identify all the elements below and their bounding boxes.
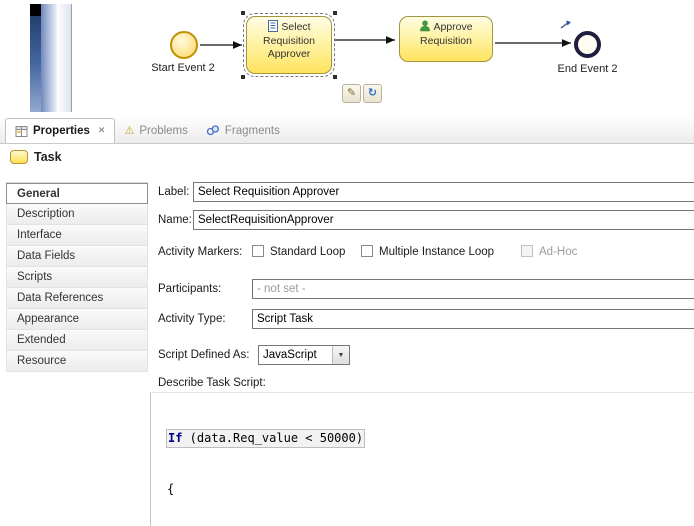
section-header: Task xyxy=(10,150,62,164)
quick-edit-icon[interactable]: ✎ xyxy=(342,84,361,103)
chevron-down-icon[interactable]: ▼ xyxy=(332,346,349,364)
properties-icon xyxy=(15,125,28,138)
selection-handle[interactable] xyxy=(241,75,245,79)
label-field-label: Label: xyxy=(158,186,189,198)
checkbox-standard-loop[interactable] xyxy=(252,245,264,257)
script-defined-as-label: Script Defined As: xyxy=(158,349,249,361)
sidebar-item-description[interactable]: Description xyxy=(6,204,148,225)
activity-type-label: Activity Type: xyxy=(158,313,226,325)
start-event-shape[interactable] xyxy=(170,31,198,59)
fragments-icon xyxy=(206,124,220,137)
tab-problems[interactable]: ⚠ Problems xyxy=(115,118,196,143)
selection-handle[interactable] xyxy=(241,11,245,15)
participants-label: Participants: xyxy=(158,283,221,295)
properties-sidebar: General Description Interface Data Field… xyxy=(6,182,148,372)
multiple-instance-loop-label: Multiple Instance Loop xyxy=(379,246,494,258)
bpmn-editor-window: Start Event 2 Select Requisition Approve… xyxy=(0,0,694,526)
tab-fragments[interactable]: Fragments xyxy=(197,118,289,143)
end-event-label: End Event 2 xyxy=(545,63,630,75)
selection-handle[interactable] xyxy=(333,75,337,79)
sidebar-item-scripts[interactable]: Scripts xyxy=(6,267,148,288)
close-icon[interactable]: ✕ xyxy=(98,126,106,136)
script-language-value: JavaScript xyxy=(259,349,332,361)
task-select-requisition-approver[interactable]: Select Requisition Approver xyxy=(246,16,332,74)
activity-markers-label: Activity Markers: xyxy=(158,246,242,258)
section-title: Task xyxy=(34,150,62,164)
view-tabbar: Properties ✕ ⚠ Problems Fragments xyxy=(0,118,694,144)
code-line: If (data.Req_value < 50000) xyxy=(167,429,694,448)
standard-loop-label: Standard Loop xyxy=(270,246,345,258)
code-line: { xyxy=(167,481,694,498)
tab-properties[interactable]: Properties ✕ xyxy=(5,118,115,143)
diagram-canvas[interactable]: Start Event 2 Select Requisition Approve… xyxy=(0,0,694,118)
sidebar-item-data-references[interactable]: Data References xyxy=(6,288,148,309)
connection-decorator-icon[interactable] xyxy=(560,19,573,30)
label-input[interactable] xyxy=(193,182,694,202)
change-type-icon[interactable]: ↻ xyxy=(363,84,382,103)
task-icon xyxy=(10,150,28,164)
activity-type-input[interactable] xyxy=(252,309,694,329)
script-icon xyxy=(267,20,279,32)
name-input[interactable] xyxy=(193,210,694,230)
task-approve-requisition[interactable]: Approve Requisition xyxy=(399,16,493,62)
ad-hoc-label: Ad-Hoc xyxy=(539,246,577,258)
script-language-select[interactable]: JavaScript ▼ xyxy=(258,345,350,365)
name-field-label: Name: xyxy=(158,214,192,226)
tab-properties-label: Properties xyxy=(33,125,90,137)
tab-problems-label: Problems xyxy=(139,125,188,137)
user-icon xyxy=(419,20,431,32)
sidebar-item-extended[interactable]: Extended xyxy=(6,330,148,351)
sidebar-item-interface[interactable]: Interface xyxy=(6,225,148,246)
selection-handle[interactable] xyxy=(333,11,337,15)
end-event-shape[interactable] xyxy=(574,31,601,58)
checkbox-ad-hoc xyxy=(521,245,533,257)
describe-task-script-label: Describe Task Script: xyxy=(158,377,266,389)
script-editor[interactable]: If (data.Req_value < 50000) { data.Req_a… xyxy=(150,392,694,526)
sidebar-item-general[interactable]: General xyxy=(6,183,148,204)
properties-view: Task General Description Interface Data … xyxy=(0,144,694,526)
participants-input[interactable] xyxy=(252,279,694,299)
sidebar-item-data-fields[interactable]: Data Fields xyxy=(6,246,148,267)
task-decorators: ✎ ↻ xyxy=(342,84,382,103)
tab-fragments-label: Fragments xyxy=(225,125,280,137)
problems-icon: ⚠ xyxy=(124,124,134,137)
checkbox-multiple-instance-loop[interactable] xyxy=(361,245,373,257)
sidebar-item-resource[interactable]: Resource xyxy=(6,351,148,372)
start-event-label: Start Event 2 xyxy=(138,62,228,74)
sidebar-item-appearance[interactable]: Appearance xyxy=(6,309,148,330)
